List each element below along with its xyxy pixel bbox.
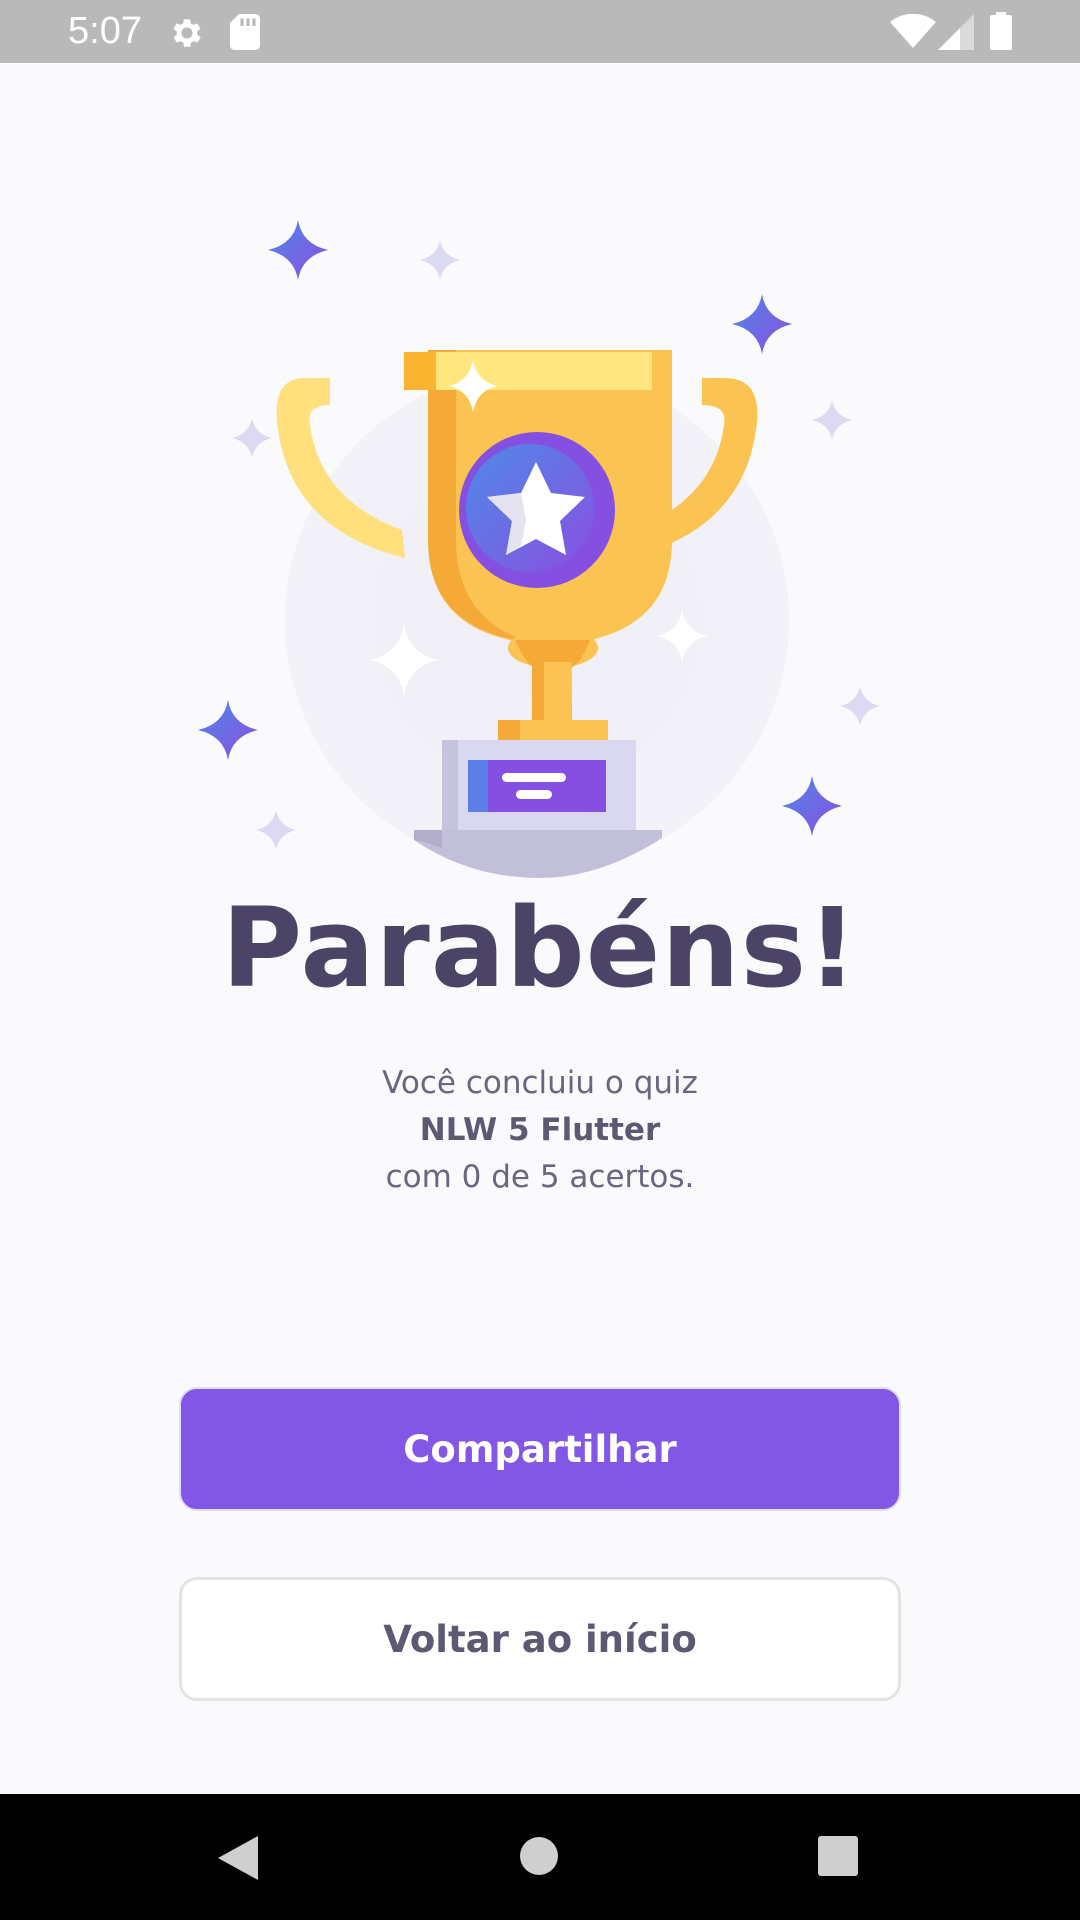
home-circle-icon[interactable] [519,1836,559,1876]
sparkle-icon [420,240,460,280]
trophy-illustration [198,220,880,878]
wifi-icon [890,14,936,48]
sparkle-icon [782,776,842,836]
sparkle-icon [198,700,258,760]
signal-icon [938,14,974,50]
navigation-bar [0,1794,1080,1920]
sparkle-icon [268,220,328,280]
sparkle-icon [840,686,880,726]
result-line-completed: Você concluiu o quiz [382,1065,698,1101]
result-score: com 0 de 5 acertos. [385,1159,695,1195]
sd-card-icon [230,14,260,50]
status-time: 5:07 [68,10,142,52]
sparkle-icon [232,418,272,458]
recents-square-icon[interactable] [818,1836,858,1876]
result-message: Você concluiu o quiz NLW 5 Flutter com 0… [0,1060,1080,1201]
sparkle-icon [256,810,296,850]
gear-icon [173,19,201,47]
back-triangle-icon[interactable] [216,1834,260,1882]
share-button[interactable]: Compartilhar [179,1387,901,1511]
quiz-name: NLW 5 Flutter [419,1112,661,1148]
back-to-start-button-label: Voltar ao início [383,1617,697,1661]
sparkle-icon [812,400,852,440]
quiz-result-screen: 5:07 Parabéns! Você concluiu o quiz NLW … [0,0,1080,1920]
sparkle-icon [732,294,792,354]
back-to-start-button[interactable]: Voltar ao início [179,1577,901,1701]
trophy-plaque [468,760,606,812]
status-bar: 5:07 [0,0,1080,63]
congrats-title: Parabéns! [221,884,859,1012]
battery-icon [990,12,1012,50]
share-button-label: Compartilhar [403,1427,677,1471]
